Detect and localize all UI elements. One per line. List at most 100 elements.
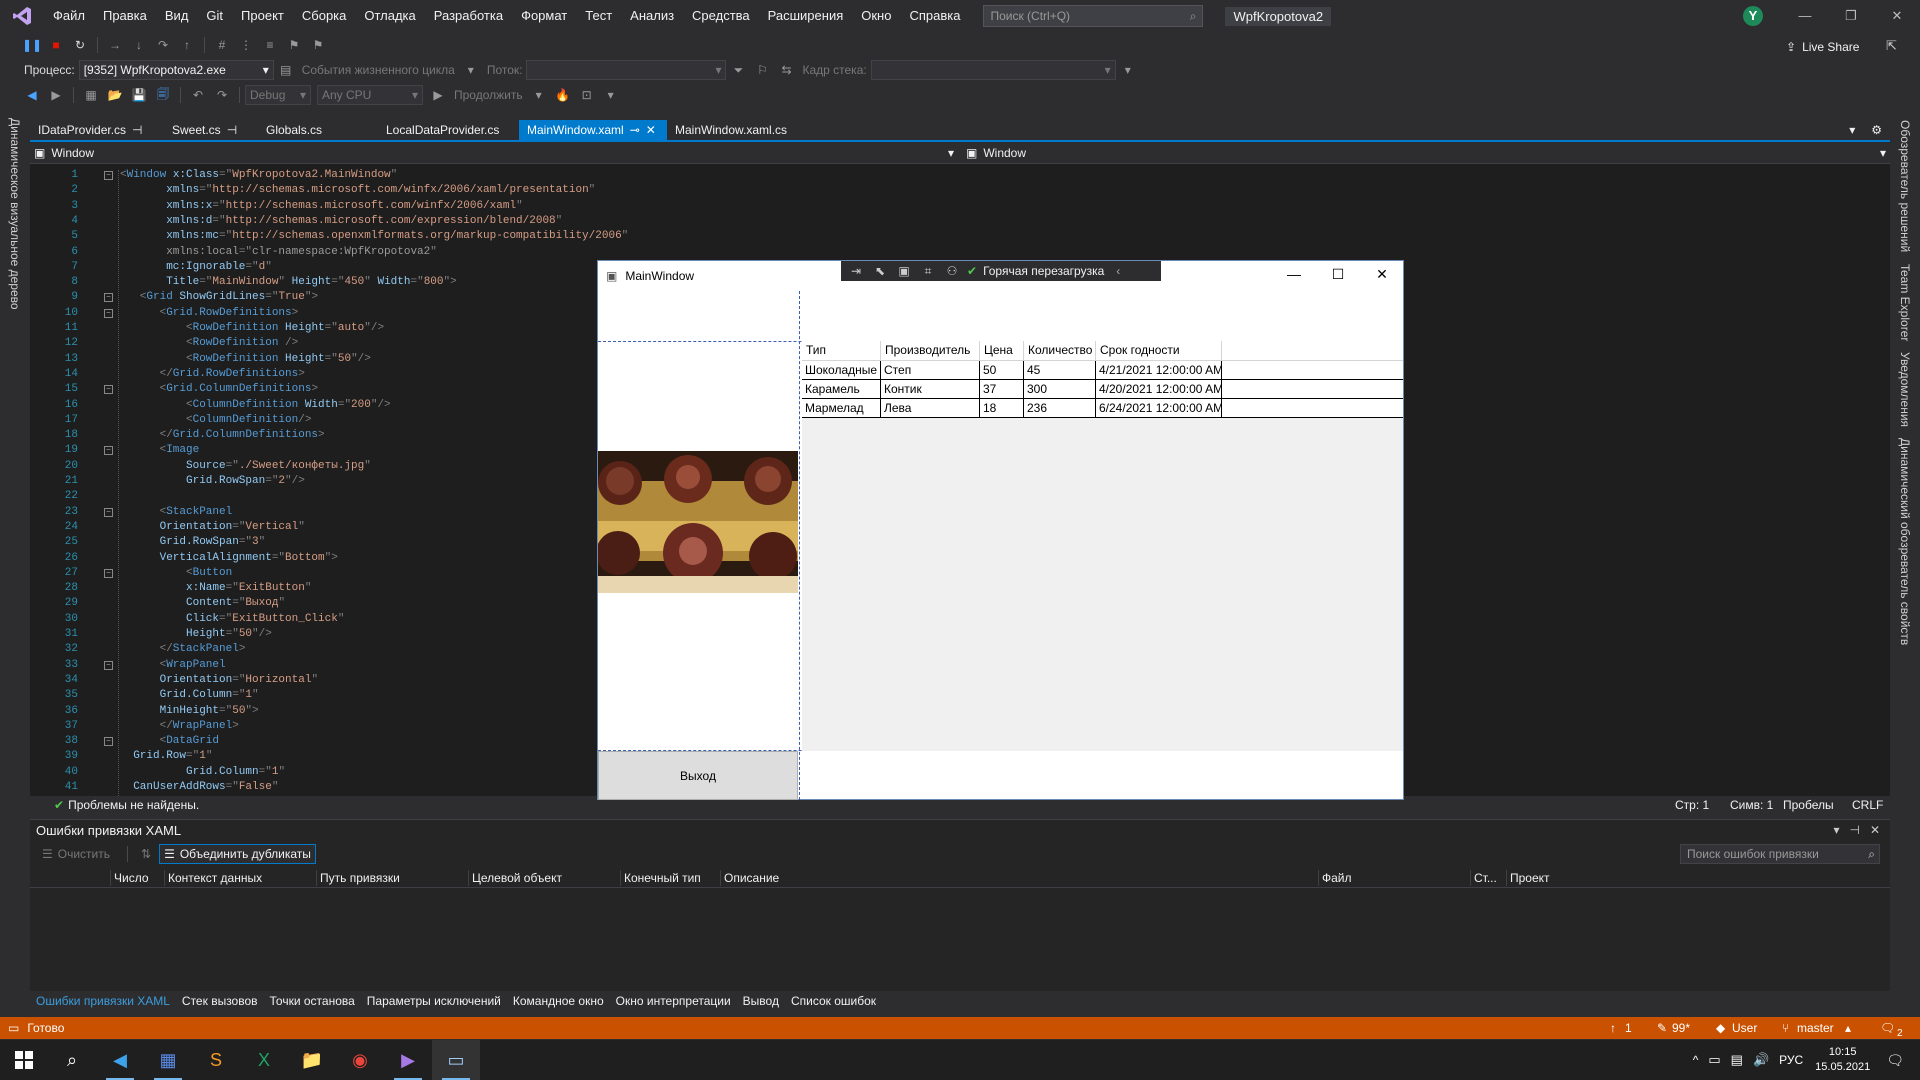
merge-duplicates-toggle[interactable]: ☰ Объединить дубликаты: [159, 844, 316, 864]
stack-frame-combo[interactable]: ▾: [870, 60, 1116, 80]
open-file-icon[interactable]: 📂: [106, 86, 124, 104]
tool-tab[interactable]: Ошибки привязки XAML: [36, 994, 170, 1008]
column-header[interactable]: Целевой объект: [472, 871, 562, 885]
step-over-icon[interactable]: ↷: [154, 36, 172, 54]
hot-reload-label[interactable]: Горячая перезагрузка: [983, 264, 1104, 278]
datagrid-row[interactable]: Шоколадные Степ 50 45 4/21/2021 12:00:00 AM: [802, 361, 1403, 380]
live-share-button[interactable]: ⇪ Live Share: [1786, 40, 1859, 54]
tab-idataprovider[interactable]: IDataProvider.cs ⊣: [30, 120, 164, 140]
menu-5[interactable]: Сборка: [293, 0, 356, 32]
datagrid-cell[interactable]: 45: [1024, 361, 1096, 379]
repo-user[interactable]: User: [1732, 1021, 1757, 1035]
menu-1[interactable]: Правка: [94, 0, 156, 32]
column-header[interactable]: Описание: [724, 871, 779, 885]
datagrid-column-header[interactable]: Тип: [802, 341, 881, 360]
collapse-icon[interactable]: −: [104, 737, 113, 747]
redo-icon[interactable]: ↷: [213, 86, 231, 104]
toolbar-options-icon[interactable]: ▾: [1119, 61, 1137, 79]
calculator-app-icon[interactable]: ▦: [144, 1040, 192, 1080]
tab-mainwindow-xaml[interactable]: MainWindow.xaml ⊸ ✕: [519, 120, 667, 140]
pin-icon[interactable]: ⊣: [1849, 823, 1859, 837]
datagrid-cell[interactable]: 18: [980, 399, 1024, 417]
datagrid-column-header[interactable]: Производитель: [881, 341, 980, 360]
play-icon[interactable]: ▶: [429, 86, 447, 104]
network-icon[interactable]: ▤: [1731, 1052, 1743, 1068]
go-to-live-visual-tree-icon[interactable]: ⇥: [847, 263, 865, 279]
collapse-icon[interactable]: −: [104, 446, 113, 456]
datagrid-row[interactable]: Мармелад Лева 18 236 6/24/2021 12:00:00 AM: [802, 399, 1403, 418]
feedback-icon[interactable]: ⇱: [1886, 38, 1897, 54]
problems-text[interactable]: Проблемы не найдены.: [68, 798, 199, 812]
minimize-icon[interactable]: —: [1782, 0, 1828, 32]
binding-failures-icon[interactable]: ⚇: [943, 263, 961, 279]
tab-list-icon[interactable]: ▾: [1841, 120, 1863, 140]
stop-icon[interactable]: ■: [47, 36, 65, 54]
language-indicator[interactable]: РУС: [1779, 1053, 1803, 1067]
save-all-icon[interactable]: 🗐: [154, 86, 172, 104]
tool-tab[interactable]: Список ошибок: [791, 994, 876, 1008]
menu-4[interactable]: Проект: [232, 0, 293, 32]
track-focused-element-icon[interactable]: ⌗: [919, 263, 937, 279]
restore-icon[interactable]: ❐: [1828, 0, 1874, 32]
filter-icon[interactable]: ⇅: [141, 844, 151, 864]
tab-mainwindow-xaml-cs[interactable]: MainWindow.xaml.cs: [667, 120, 807, 140]
binding-error-search-input[interactable]: Поиск ошибок привязки ⌕: [1680, 844, 1880, 864]
display-icon[interactable]: ▭: [1708, 1052, 1720, 1068]
datagrid-column-header[interactable]: Срок годности: [1096, 341, 1222, 360]
collapse-icon[interactable]: −: [104, 568, 113, 578]
menu-11[interactable]: Средства: [683, 0, 759, 32]
nav-left-combo[interactable]: ▣ Window ▾: [34, 144, 954, 162]
column-header[interactable]: Ст...: [1474, 871, 1497, 885]
datagrid-cell[interactable]: 4/21/2021 12:00:00 AM: [1096, 361, 1222, 379]
sweets-datagrid[interactable]: Тип Производитель Цена Количество Срок годно…: [802, 341, 1403, 751]
nav-right-combo[interactable]: ▣ Window ▾: [966, 144, 1886, 162]
platform-combo[interactable]: Any CPU ▾: [317, 85, 423, 105]
volume-icon[interactable]: 🔊: [1753, 1052, 1769, 1068]
column-header[interactable]: Конечный тип: [624, 871, 701, 885]
column-header[interactable]: Путь привязки: [320, 871, 400, 885]
hot-reload-icon[interactable]: 🔥: [554, 86, 572, 104]
action-center-icon[interactable]: 🗨: [1886, 1052, 1904, 1069]
tab-globals[interactable]: Globals.cs: [258, 120, 358, 140]
column-header[interactable]: Файл: [1322, 871, 1352, 885]
collapse-icon[interactable]: ‹: [1116, 264, 1120, 278]
tool-tab[interactable]: Параметры исключений: [367, 994, 501, 1008]
search-icon[interactable]: ⌕: [48, 1040, 96, 1080]
step-out-icon[interactable]: ↑: [178, 36, 196, 54]
flag-threads-icon[interactable]: ⚐: [753, 61, 771, 79]
config-combo[interactable]: Debug ▾: [245, 85, 311, 105]
tool-tab[interactable]: Стек вызовов: [182, 994, 258, 1008]
datagrid-cell[interactable]: Шоколадные: [802, 361, 881, 379]
menu-8[interactable]: Формат: [512, 0, 576, 32]
menu-0[interactable]: Файл: [44, 0, 94, 32]
pin-icon[interactable]: ⊸: [630, 120, 640, 140]
menu-14[interactable]: Справка: [900, 0, 969, 32]
whitespace-indicator[interactable]: Пробелы: [1783, 798, 1834, 812]
tool-tab[interactable]: Командное окно: [513, 994, 604, 1008]
screenshot-icon[interactable]: ⊡: [578, 86, 596, 104]
datagrid-cell[interactable]: 37: [980, 380, 1024, 398]
windows-start-icon[interactable]: [0, 1040, 48, 1080]
menu-9[interactable]: Тест: [576, 0, 621, 32]
visual-studio-icon[interactable]: ▶: [384, 1040, 432, 1080]
menu-3[interactable]: Git: [197, 0, 232, 32]
tab-sweet[interactable]: Sweet.cs ⊣: [164, 120, 258, 140]
display-layout-adorners-icon[interactable]: ▣: [895, 263, 913, 279]
forward-icon[interactable]: ▶: [47, 86, 65, 104]
menu-12[interactable]: Расширения: [759, 0, 853, 32]
clock[interactable]: 10:15 15.05.2021: [1815, 1045, 1870, 1075]
changes-count[interactable]: 99*: [1672, 1021, 1690, 1035]
tab-localdataprovider[interactable]: LocalDataProvider.cs: [358, 120, 519, 140]
pause-icon[interactable]: ❚❚: [22, 36, 42, 54]
datagrid-cell[interactable]: 4/20/2021 12:00:00 AM: [1096, 380, 1222, 398]
team-explorer-tab[interactable]: Team Explorer: [1898, 264, 1912, 341]
toolbar-options-icon[interactable]: ▾: [602, 86, 620, 104]
collapse-icon[interactable]: −: [104, 293, 113, 303]
menu-2[interactable]: Вид: [156, 0, 198, 32]
back-icon[interactable]: ◀: [23, 86, 41, 104]
close-icon[interactable]: ✕: [646, 120, 656, 140]
collapse-icon[interactable]: −: [104, 308, 113, 318]
undo-icon[interactable]: ↶: [189, 86, 207, 104]
settings-icon[interactable]: ⚙: [1863, 120, 1890, 140]
tray-chevron-icon[interactable]: ^: [1693, 1053, 1699, 1067]
